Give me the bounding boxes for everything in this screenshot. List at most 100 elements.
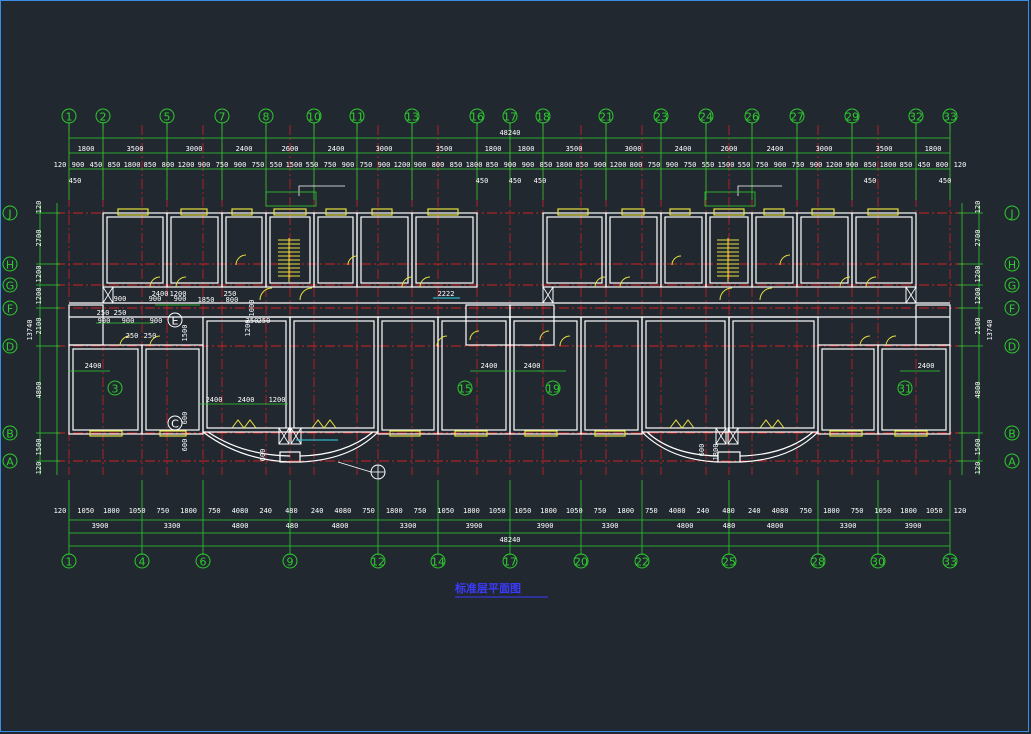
- wall: [377, 316, 439, 435]
- dim-value: 750: [799, 507, 812, 515]
- dim-value: 480: [286, 522, 299, 530]
- axis-top: 2: [100, 111, 107, 124]
- dim-value: 250: [114, 309, 127, 317]
- window: [669, 208, 691, 216]
- dim-value: 2400: [767, 145, 784, 153]
- axis-bottom: 28: [811, 556, 825, 569]
- axis-left: H: [6, 259, 14, 272]
- wall: [166, 212, 223, 288]
- dim-value: 1800: [124, 161, 141, 169]
- dim-value: 1800: [617, 507, 634, 515]
- axis-top: 23: [654, 111, 668, 124]
- dim-value: 240: [748, 507, 761, 515]
- dim-value: 900: [234, 161, 247, 169]
- dim-value: 3000: [816, 145, 833, 153]
- dim-value: 1850: [198, 296, 215, 304]
- dim-value: 800: [432, 161, 445, 169]
- wall: [915, 304, 951, 346]
- wall: [465, 304, 511, 346]
- dim-value: 3500: [876, 145, 893, 153]
- dim-value: 900: [774, 161, 787, 169]
- window: [557, 208, 589, 216]
- dim-value: 1800: [712, 444, 720, 461]
- axis-bottom: 30: [871, 556, 885, 569]
- dim-value: 3500: [127, 145, 144, 153]
- dim-value: 900: [378, 161, 391, 169]
- dim-value: 2700: [35, 230, 43, 247]
- axis-top: 24: [699, 111, 713, 124]
- dim-value: 1200: [178, 161, 195, 169]
- dim-value: 250: [97, 309, 110, 317]
- dim-value: 2400: [236, 145, 253, 153]
- axis-top: 33: [943, 111, 957, 124]
- dim-value: 48240: [499, 129, 520, 137]
- wall: [728, 316, 819, 433]
- axis-bottom: 17: [503, 556, 517, 569]
- dim-value: 750: [851, 507, 864, 515]
- axis-top: 5: [164, 111, 171, 124]
- dim-value: 3300: [164, 522, 181, 530]
- dim-value: 900: [594, 161, 607, 169]
- dim-value: 1050: [874, 507, 891, 515]
- dim-value: 3300: [602, 522, 619, 530]
- wall: [441, 320, 507, 431]
- wall: [381, 320, 435, 431]
- wall: [313, 212, 358, 288]
- dim-value: 1800: [463, 507, 480, 515]
- dim-value: 1200: [394, 161, 411, 169]
- wall: [645, 320, 726, 429]
- dim-value: 1050: [437, 507, 454, 515]
- axis-left: J: [7, 208, 11, 221]
- axis-bottom: 9: [287, 556, 294, 569]
- axis-bottom: 33: [943, 556, 957, 569]
- dim-value: 2100: [974, 318, 982, 335]
- axis-right: A: [1008, 456, 1016, 469]
- dim-value: 850: [900, 161, 913, 169]
- dim-value: 600: [181, 439, 189, 452]
- dim-value: 750: [216, 161, 229, 169]
- dim-value: 240: [259, 507, 272, 515]
- dim-value: 4080: [334, 507, 351, 515]
- dim-value: 1200: [35, 288, 43, 305]
- window: [325, 208, 347, 216]
- axis-right: J: [1009, 208, 1013, 221]
- axis-bottom: 1: [66, 556, 73, 569]
- wall: [106, 216, 164, 284]
- dim-total: 13740: [26, 319, 34, 340]
- stairs: [278, 238, 739, 282]
- dim-value: 120: [54, 507, 67, 515]
- bay-wall: [299, 431, 374, 457]
- window: [867, 208, 899, 216]
- dim-value: 1800: [556, 161, 573, 169]
- wall: [800, 216, 849, 284]
- door-swing: [719, 287, 733, 301]
- dim-value: 900: [846, 161, 859, 169]
- dim-value: 480: [723, 522, 736, 530]
- dim-value: 2400: [675, 145, 692, 153]
- wall: [513, 320, 578, 431]
- floor-plan-drawing[interactable]: 482401800 3500 3000 2400 2600 2400 3000 3500 180…: [0, 0, 1031, 734]
- dim-value: 600: [259, 449, 267, 462]
- dim-value: 2400: [85, 362, 102, 370]
- wall: [817, 344, 879, 435]
- dim-value: 450: [476, 177, 489, 185]
- dim-value: 900: [414, 161, 427, 169]
- dim-value: 1200: [610, 161, 627, 169]
- dim-value: 2400: [238, 396, 255, 404]
- dim-value: 1800: [925, 145, 942, 153]
- axis-right: H: [1008, 259, 1016, 272]
- dim-total: 13740: [986, 319, 994, 340]
- dim-value: 1050: [926, 507, 943, 515]
- dim-value: 1800: [103, 507, 120, 515]
- dim-value: 1500: [718, 161, 735, 169]
- dim-value: 800: [936, 161, 949, 169]
- wall: [437, 316, 511, 435]
- axis-top: 29: [845, 111, 859, 124]
- axis-top: 17: [503, 111, 517, 124]
- bay-wall: [739, 431, 814, 457]
- dim-value: 750: [157, 507, 170, 515]
- dim-value: 750: [324, 161, 337, 169]
- dim-value: 900: [504, 161, 517, 169]
- dim-value: 750: [756, 161, 769, 169]
- dim-value: 2400: [328, 145, 345, 153]
